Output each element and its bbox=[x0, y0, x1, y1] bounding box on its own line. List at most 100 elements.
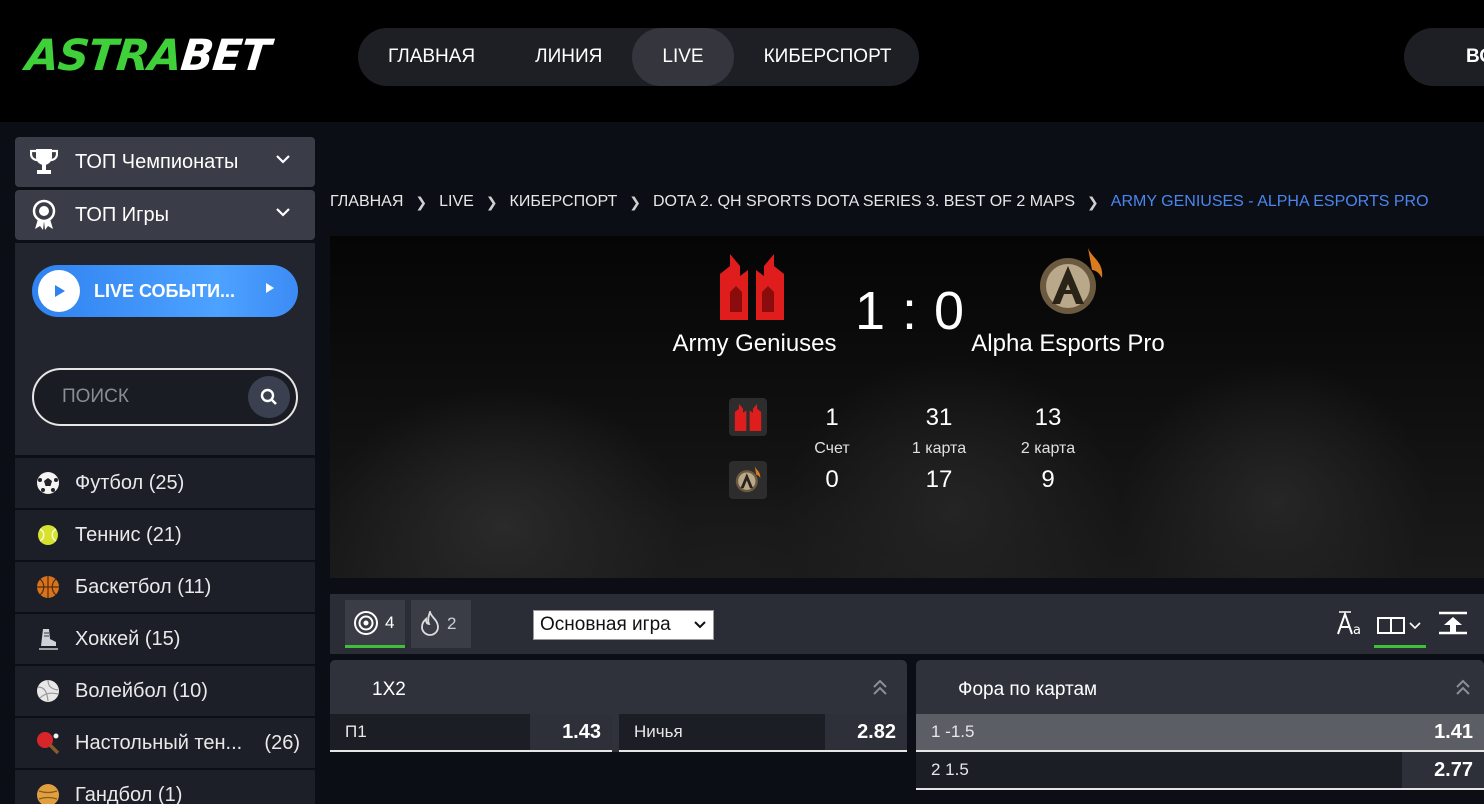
stat-label-map2: 2 карта bbox=[1020, 440, 1076, 457]
outcome-odd: 2.82 bbox=[825, 714, 907, 750]
markets-toolbar: 4 2 Основная игра a bbox=[330, 594, 1484, 654]
match-score: 1 : 0 bbox=[854, 281, 966, 341]
outcome-label: 1 -1.5 bbox=[931, 722, 975, 741]
team-b-score-map2: 9 bbox=[1041, 466, 1055, 493]
team-a-mini-logo bbox=[729, 398, 767, 436]
top-championships-toggle[interactable]: ТОП Чемпионаты bbox=[15, 137, 315, 187]
sport-item-hockey[interactable]: Хоккей (15) bbox=[15, 614, 315, 664]
svg-text:a: a bbox=[1353, 623, 1361, 636]
volleyball-icon bbox=[35, 678, 61, 704]
handball-icon bbox=[35, 782, 61, 804]
sport-item-tennis[interactable]: Теннис (21) bbox=[15, 510, 315, 560]
nav-item-line[interactable]: ЛИНИЯ bbox=[505, 28, 632, 86]
market-title: 1X2 bbox=[372, 679, 406, 700]
stat-label-map1: 1 карта bbox=[911, 440, 967, 457]
outcome-label: П1 bbox=[345, 722, 367, 741]
search-input[interactable] bbox=[62, 386, 242, 408]
search-button[interactable] bbox=[248, 376, 290, 418]
market-group-value: Основная игра bbox=[540, 614, 671, 635]
play-arrow-icon bbox=[264, 281, 276, 300]
ice-skate-icon bbox=[35, 626, 61, 652]
tennis-ball-icon bbox=[35, 522, 61, 548]
live-events-button[interactable]: LIVE СОБЫТИ... bbox=[32, 265, 298, 317]
left-sidebar: ТОП Чемпионаты ТОП Игры LIVE СОБЫТИ... П… bbox=[15, 137, 315, 804]
match-scoreboard: Army Geniuses 1 : 0 Alpha Esports Pro 1 … bbox=[330, 236, 1484, 578]
market-1x2: 1X2 П1 1.43 Ничья 2.82 bbox=[330, 660, 907, 752]
sport-name: Баскетбол (11) bbox=[75, 575, 212, 598]
chevron-down-icon bbox=[275, 204, 291, 225]
medal-icon bbox=[29, 199, 59, 230]
top-games-toggle[interactable]: ТОП Игры bbox=[15, 190, 315, 240]
chevron-right-icon: ❯ bbox=[415, 193, 428, 210]
login-button-label: ВО bbox=[1466, 46, 1484, 67]
sidebar-panel: LIVE СОБЫТИ... bbox=[15, 243, 315, 455]
columns-layout-icon[interactable] bbox=[1374, 604, 1426, 648]
font-size-icon[interactable]: a bbox=[1336, 608, 1366, 638]
sport-list: Футбол (25) Теннис (21) Баскетбол (11) Х… bbox=[15, 458, 315, 804]
sport-name: Хоккей (15) bbox=[75, 627, 181, 650]
tab-hot-count: 2 bbox=[447, 614, 457, 633]
double-chevron-up-icon[interactable] bbox=[1454, 678, 1472, 701]
alpha-esports-logo bbox=[1038, 248, 1104, 318]
sport-count: (26) bbox=[264, 731, 300, 754]
row-divider bbox=[330, 750, 612, 752]
search-box bbox=[32, 368, 298, 426]
sport-name: Теннис (21) bbox=[75, 523, 182, 546]
chevron-right-icon: ❯ bbox=[1087, 193, 1099, 210]
sport-name: Футбол (25) bbox=[75, 471, 185, 494]
logo-text-astra: ASTRA bbox=[23, 31, 184, 81]
trophy-icon bbox=[29, 147, 59, 177]
market-title: Фора по картам bbox=[958, 679, 1098, 700]
odds-button-draw[interactable]: Ничья 2.82 bbox=[619, 714, 907, 752]
collapse-all-icon[interactable] bbox=[1436, 608, 1470, 638]
breadcrumb-live[interactable]: LIVE bbox=[439, 193, 474, 211]
top-games-label: ТОП Игры bbox=[75, 203, 169, 226]
astrabet-logo[interactable]: ASTRABET bbox=[23, 31, 273, 81]
sport-item-basketball[interactable]: Баскетбол (11) bbox=[15, 562, 315, 612]
login-button[interactable]: ВО bbox=[1404, 28, 1484, 86]
sport-item-table-tennis[interactable]: Настольный тен... (26) bbox=[15, 718, 315, 768]
breadcrumb-home[interactable]: ГЛАВНАЯ bbox=[330, 193, 403, 211]
breadcrumb-esports[interactable]: КИБЕРСПОРТ bbox=[510, 193, 618, 211]
chevron-down-icon bbox=[694, 621, 706, 629]
team-a-score-map2: 13 bbox=[1034, 404, 1062, 431]
chevron-right-icon: ❯ bbox=[485, 193, 498, 210]
team-b-score-map1: 17 bbox=[925, 466, 953, 493]
team-b-score-total: 0 bbox=[825, 466, 839, 493]
nav-item-esports[interactable]: КИБЕРСПОРТ bbox=[734, 28, 922, 86]
search-icon bbox=[260, 388, 277, 405]
sport-item-football[interactable]: Футбол (25) bbox=[15, 458, 315, 508]
tab-all-count: 4 bbox=[385, 612, 395, 632]
tab-all-markets[interactable]: 4 bbox=[345, 600, 405, 648]
odds-button-p1[interactable]: П1 1.43 bbox=[330, 714, 612, 752]
flame-icon bbox=[421, 611, 439, 636]
odds-button-handicap-2[interactable]: 2 1.5 2.77 bbox=[916, 752, 1484, 790]
team-a-score-total: 1 bbox=[825, 404, 839, 431]
ping-pong-icon bbox=[35, 730, 61, 756]
top-championships-label: ТОП Чемпионаты bbox=[75, 150, 239, 173]
nav-item-home[interactable]: ГЛАВНАЯ bbox=[358, 28, 505, 86]
breadcrumb-current: ARMY GENIUSES - ALPHA ESPORTS PRO bbox=[1110, 193, 1429, 210]
sport-item-handball[interactable]: Гандбол (1) bbox=[15, 770, 315, 804]
odds-button-handicap-1[interactable]: 1 -1.5 1.41 bbox=[916, 714, 1484, 752]
outcome-odd: 2.77 bbox=[1402, 752, 1484, 788]
logo-text-bet: BET bbox=[178, 31, 273, 81]
outcome-odd: 1.43 bbox=[530, 714, 612, 750]
sport-name: Волейбол (10) bbox=[75, 679, 208, 702]
tab-hot-markets[interactable]: 2 bbox=[411, 600, 471, 648]
stat-label-score: Счет bbox=[814, 440, 850, 457]
play-circle-icon bbox=[38, 270, 80, 312]
outcome-label: Ничья bbox=[634, 722, 683, 741]
market-group-select[interactable]: Основная игра bbox=[533, 610, 714, 640]
chevron-right-icon: ❯ bbox=[629, 193, 641, 210]
target-icon bbox=[354, 610, 378, 635]
sport-name: Гандбол (1) bbox=[75, 783, 183, 804]
nav-item-live[interactable]: LIVE bbox=[632, 28, 734, 86]
sport-item-volleyball[interactable]: Волейбол (10) bbox=[15, 666, 315, 716]
basketball-icon bbox=[35, 574, 61, 600]
double-chevron-up-icon[interactable] bbox=[871, 678, 889, 701]
live-events-label: LIVE СОБЫТИ... bbox=[94, 280, 236, 301]
main-nav: ГЛАВНАЯ ЛИНИЯ LIVE КИБЕРСПОРТ bbox=[358, 28, 919, 86]
breadcrumb-tournament[interactable]: DOTA 2. QH SPORTS DOTA SERIES 3. BEST OF… bbox=[653, 193, 1075, 211]
sport-name: Настольный тен... bbox=[75, 731, 243, 754]
